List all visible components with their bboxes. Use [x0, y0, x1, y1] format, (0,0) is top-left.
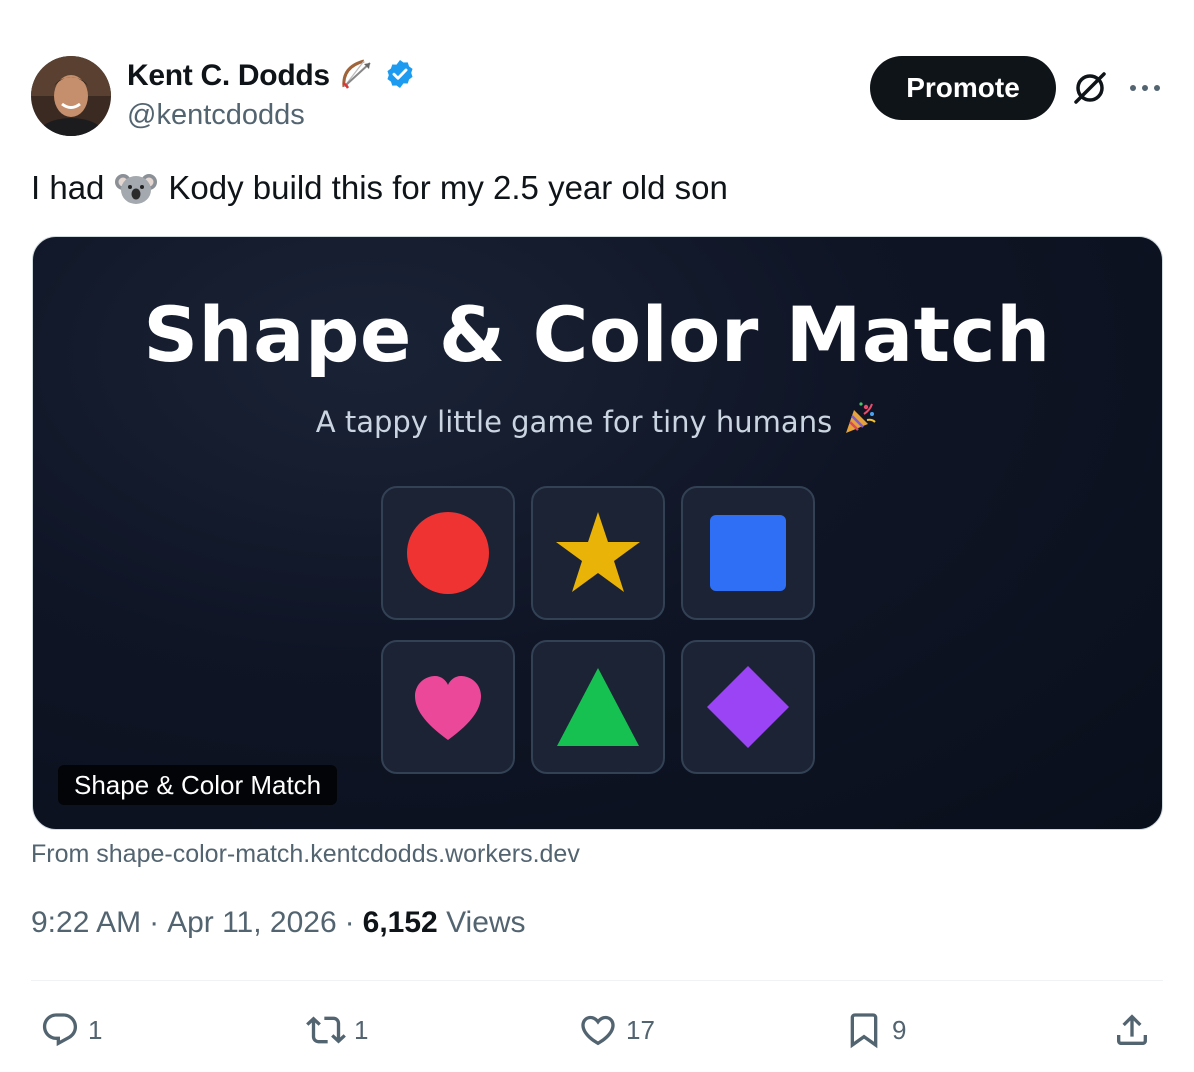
tweet-text-after: Kody build this for my 2.5 year old son: [168, 169, 728, 206]
star-shape: [556, 512, 640, 592]
repost-button[interactable]: 1: [306, 1008, 368, 1052]
shape-tile-heart[interactable]: [381, 640, 515, 774]
promote-button[interactable]: Promote: [870, 56, 1056, 120]
diamond-shape: [707, 666, 789, 748]
heart-shape: [415, 676, 481, 740]
like-button[interactable]: 17: [578, 1008, 655, 1052]
repost-icon: [306, 1016, 346, 1044]
bookmark-icon: [850, 1013, 878, 1049]
card-subtitle-text: A tappy little game for tiny humans: [315, 404, 833, 439]
views-count: 6,152: [362, 906, 438, 939]
card-title: Shape & Color Match: [143, 290, 1051, 379]
meta-separator: ·: [344, 906, 355, 939]
card-domain-label[interactable]: Shape & Color Match: [58, 765, 338, 805]
verified-badge-icon[interactable]: [384, 58, 416, 95]
bow-and-arrow-icon: [338, 55, 376, 98]
tweet-text-before: I had: [31, 169, 105, 206]
share-icon: [1117, 1014, 1147, 1045]
tweet-text: I had Kody build this for my 2.5 year ol…: [31, 166, 728, 210]
tweet-date[interactable]: Apr 11, 2026: [167, 906, 337, 940]
square-shape: [710, 515, 786, 591]
share-button[interactable]: [1112, 1008, 1152, 1052]
shape-tile-square[interactable]: [681, 486, 815, 620]
more-icon[interactable]: [1128, 72, 1162, 104]
card-subtitle: A tappy little game for tiny humans: [0, 400, 1194, 443]
meta-separator: ·: [149, 906, 160, 939]
shape-tile-circle[interactable]: [381, 486, 515, 620]
like-icon: [581, 1015, 615, 1046]
koala-icon: [114, 166, 158, 210]
author-handle[interactable]: @kentcdodds: [127, 99, 305, 132]
shape-tile-triangle[interactable]: [531, 640, 665, 774]
repost-count: 1: [354, 1014, 369, 1045]
bookmark-count: 9: [892, 1014, 907, 1045]
grok-icon[interactable]: [1072, 70, 1108, 106]
card-source-link[interactable]: From shape-color-match.kentcdodds.worker…: [31, 840, 580, 869]
like-count: 17: [626, 1014, 655, 1045]
shape-tile-star[interactable]: [531, 486, 665, 620]
avatar[interactable]: [31, 56, 111, 136]
tweet-meta: 9:22 AM · Apr 11, 2026 · 6,152 Views: [31, 906, 526, 940]
reply-count: 1: [88, 1014, 103, 1045]
author-name[interactable]: Kent C. Dodds: [127, 59, 330, 93]
bookmark-button[interactable]: 9: [844, 1008, 906, 1052]
reply-button[interactable]: 1: [40, 1008, 102, 1052]
views-label: Views: [446, 906, 526, 939]
circle-shape: [407, 512, 489, 594]
triangle-shape: [557, 668, 639, 746]
tweet-time[interactable]: 9:22 AM: [31, 906, 141, 940]
party-popper-icon: [842, 400, 878, 443]
reply-icon: [42, 1013, 78, 1047]
divider: [31, 980, 1163, 981]
shape-tile-diamond[interactable]: [681, 640, 815, 774]
